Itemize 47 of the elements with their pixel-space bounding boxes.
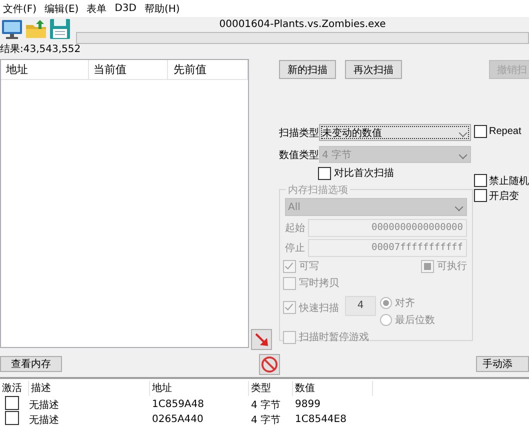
column-header[interactable]: 先前值: [168, 60, 248, 79]
table-cell-text: 0265A440: [151, 414, 204, 425]
checkbox-label[interactable]: 对比首次扫描: [334, 166, 394, 180]
checkbox[interactable]: [474, 125, 487, 138]
table-cell-text: 无描述: [29, 414, 60, 426]
result-count: 结果:43,543,552: [0, 44, 82, 56]
group-title: 内存扫描选项: [286, 183, 350, 197]
checkbox[interactable]: [318, 166, 331, 180]
column-header[interactable]: 当前值: [88, 60, 168, 79]
found-list[interactable]: 地址 当前值 先前值: [0, 59, 249, 348]
column-header[interactable]: 描述: [29, 381, 150, 396]
menu-item[interactable]: 表单: [84, 2, 112, 16]
scan-button[interactable]: 新的扫描: [279, 60, 336, 79]
table-cell-text: 无描述: [29, 398, 60, 412]
checkbox[interactable]: [5, 396, 19, 410]
menu-item[interactable]: 文件(F): [0, 2, 42, 16]
scan-type-dropdown[interactable]: 未变动的数值: [319, 124, 471, 141]
field-label: 停止: [285, 242, 306, 254]
checkbox-label[interactable]: 禁止随机: [489, 174, 529, 188]
stop-button[interactable]: [258, 354, 280, 374]
scan-button[interactable]: 再次扫描: [345, 60, 402, 79]
column-header[interactable]: 数值: [293, 381, 373, 396]
field-label: 扫描类型: [279, 126, 319, 140]
view-memory-button[interactable]: 查看内存: [0, 356, 62, 372]
table-cell-text: 1C8544E8: [294, 414, 348, 425]
checkbox[interactable]: [474, 189, 487, 202]
table-cell-text: 9899: [294, 399, 322, 410]
folder-icon[interactable]: [25, 18, 47, 40]
add-to-list-button[interactable]: [251, 329, 272, 350]
checkbox-label[interactable]: Repeat: [489, 126, 522, 137]
checkbox[interactable]: [5, 411, 19, 425]
column-header[interactable]: 类型: [249, 381, 293, 396]
table-cell-text: 4 字节: [250, 414, 282, 426]
checkbox[interactable]: [474, 174, 487, 187]
field-label: 数值类型: [279, 148, 319, 162]
add-address-button[interactable]: 手动添: [476, 356, 529, 372]
process-title: 00001604-Plants.vs.Zombies.exe: [218, 18, 387, 31]
table-cell-text: 4 字节: [250, 398, 282, 412]
column-header[interactable]: 地址: [1, 60, 89, 79]
menu-item[interactable]: 帮助(H): [141, 2, 185, 16]
checkbox-label[interactable]: 开启变: [489, 188, 519, 202]
table-cell-text: 1C859A48: [151, 399, 205, 410]
field-label: 起始: [285, 222, 306, 234]
menu-item[interactable]: D3D: [112, 3, 142, 14]
monitor-icon[interactable]: [1, 18, 23, 40]
column-header[interactable]: 地址: [150, 381, 249, 396]
menu-item[interactable]: 编辑(E): [42, 2, 84, 16]
